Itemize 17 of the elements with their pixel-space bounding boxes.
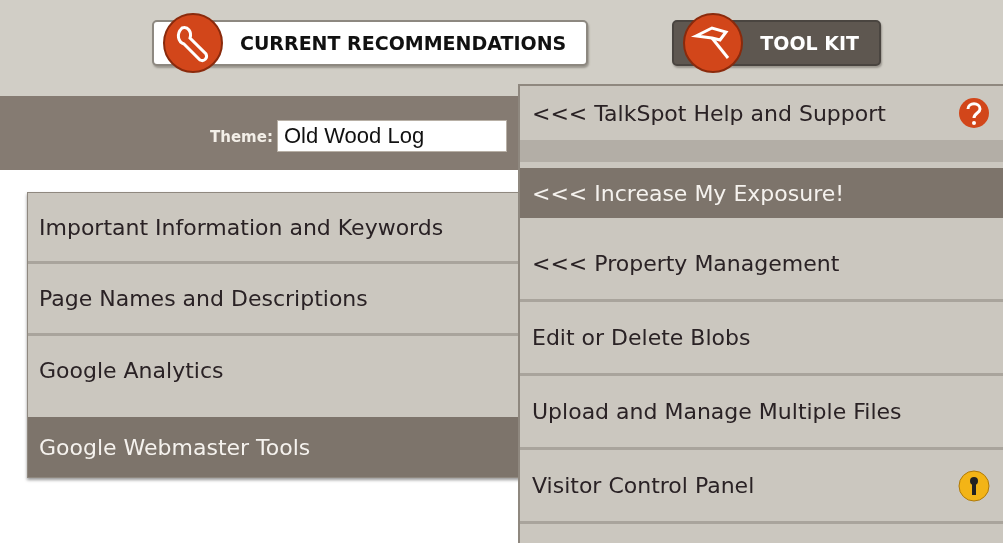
menu-item-label: <<< TalkSpot Help and Support — [532, 100, 886, 126]
key-icon — [957, 468, 991, 503]
menu-item[interactable]: <<< Increase My Exposure! — [520, 168, 1003, 218]
menu-item-label: Edit or Delete Blobs — [532, 325, 751, 350]
menu-item-label: Visitor Control Panel — [532, 473, 755, 498]
menu-item[interactable]: Upload and Manage Multiple Files — [520, 376, 1003, 450]
menu-item[interactable]: <<< Property Management — [520, 228, 1003, 302]
theme-label: Theme: — [210, 128, 273, 146]
menu-item-label: Upload and Manage Multiple Files — [532, 399, 902, 424]
menu-item-label: <<< Property Management — [532, 251, 840, 276]
menu-item-label: <<< Increase My Exposure! — [532, 180, 845, 206]
help-icon — [957, 96, 991, 130]
nav-button[interactable]: CURRENT RECOMMENDATIONS — [152, 12, 589, 74]
menu-item[interactable]: Edit or Delete Blobs — [520, 302, 1003, 376]
nav-button[interactable]: TOOL KIT — [672, 12, 881, 74]
theme-field[interactable]: Old Wood Log — [276, 120, 507, 152]
menu-item[interactable]: Visitor Control Panel — [520, 450, 1003, 524]
